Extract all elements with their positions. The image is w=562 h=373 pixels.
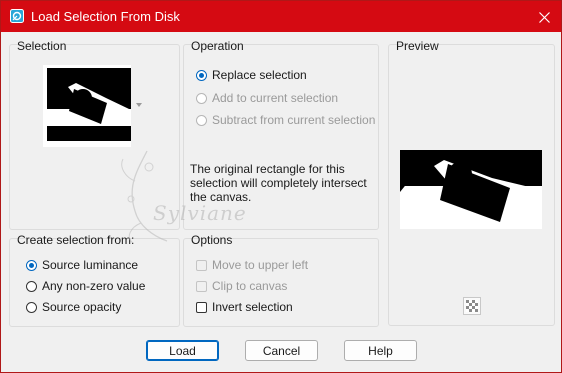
radio-dot: [26, 280, 37, 292]
app-icon: [10, 9, 24, 23]
window-title: Load Selection From Disk: [31, 9, 180, 24]
radio-dot: [196, 114, 207, 126]
preview-group-label: Preview: [396, 39, 439, 53]
close-button[interactable]: [533, 7, 555, 27]
radio-label: Add to current selection: [212, 91, 339, 105]
radio-source-opacity[interactable]: Source opacity: [26, 299, 121, 315]
radio-dot: [196, 69, 207, 81]
checkbox-label: Invert selection: [212, 300, 293, 314]
radio-add-to-current-selection[interactable]: Add to current selection: [196, 90, 338, 106]
create-from-group-label: Create selection from:: [17, 233, 135, 247]
radio-subtract-from-current-selection[interactable]: Subtract from current selection: [196, 112, 375, 128]
radio-dot: [196, 92, 207, 104]
close-icon: [538, 11, 550, 23]
dialog-window: Load Selection From Disk Selection Opera…: [0, 0, 562, 373]
radio-label: Subtract from current selection: [212, 113, 376, 127]
transparency-toggle-button[interactable]: [463, 297, 481, 315]
checkbox-invert-selection[interactable]: Invert selection: [196, 299, 293, 315]
radio-any-non-zero-value[interactable]: Any non-zero value: [26, 278, 145, 294]
radio-label: Source luminance: [42, 258, 139, 272]
radio-label: Replace selection: [212, 68, 307, 82]
options-group-label: Options: [191, 233, 233, 247]
checkbox-move-to-upper-left[interactable]: Move to upper left: [196, 257, 308, 273]
title-bar: Load Selection From Disk: [1, 1, 561, 32]
radio-label: Source opacity: [42, 300, 122, 314]
preview-image: [400, 150, 542, 229]
operation-group-label: Operation: [191, 39, 244, 53]
operation-note: The original rectangle for this selectio…: [190, 162, 367, 204]
checkbox-box: [196, 301, 207, 313]
chevron-down-icon: [136, 103, 142, 107]
help-button[interactable]: Help: [344, 340, 417, 361]
checkbox-label: Clip to canvas: [212, 279, 288, 293]
radio-dot: [26, 301, 37, 313]
selection-thumbnail-image: [43, 65, 131, 147]
checkbox-box: [196, 259, 207, 271]
cancel-button[interactable]: Cancel: [245, 340, 318, 361]
checkbox-box: [196, 280, 207, 292]
checkbox-clip-to-canvas[interactable]: Clip to canvas: [196, 278, 287, 294]
radio-label: Any non-zero value: [42, 279, 146, 293]
load-button[interactable]: Load: [146, 340, 219, 361]
radio-source-luminance[interactable]: Source luminance: [26, 257, 138, 273]
radio-dot: [26, 259, 37, 271]
selection-thumbnail[interactable]: [43, 65, 142, 147]
selection-group-label: Selection: [17, 39, 67, 53]
checkbox-label: Move to upper left: [212, 258, 309, 272]
radio-replace-selection[interactable]: Replace selection: [196, 67, 307, 83]
checkerboard-icon: [466, 300, 478, 312]
